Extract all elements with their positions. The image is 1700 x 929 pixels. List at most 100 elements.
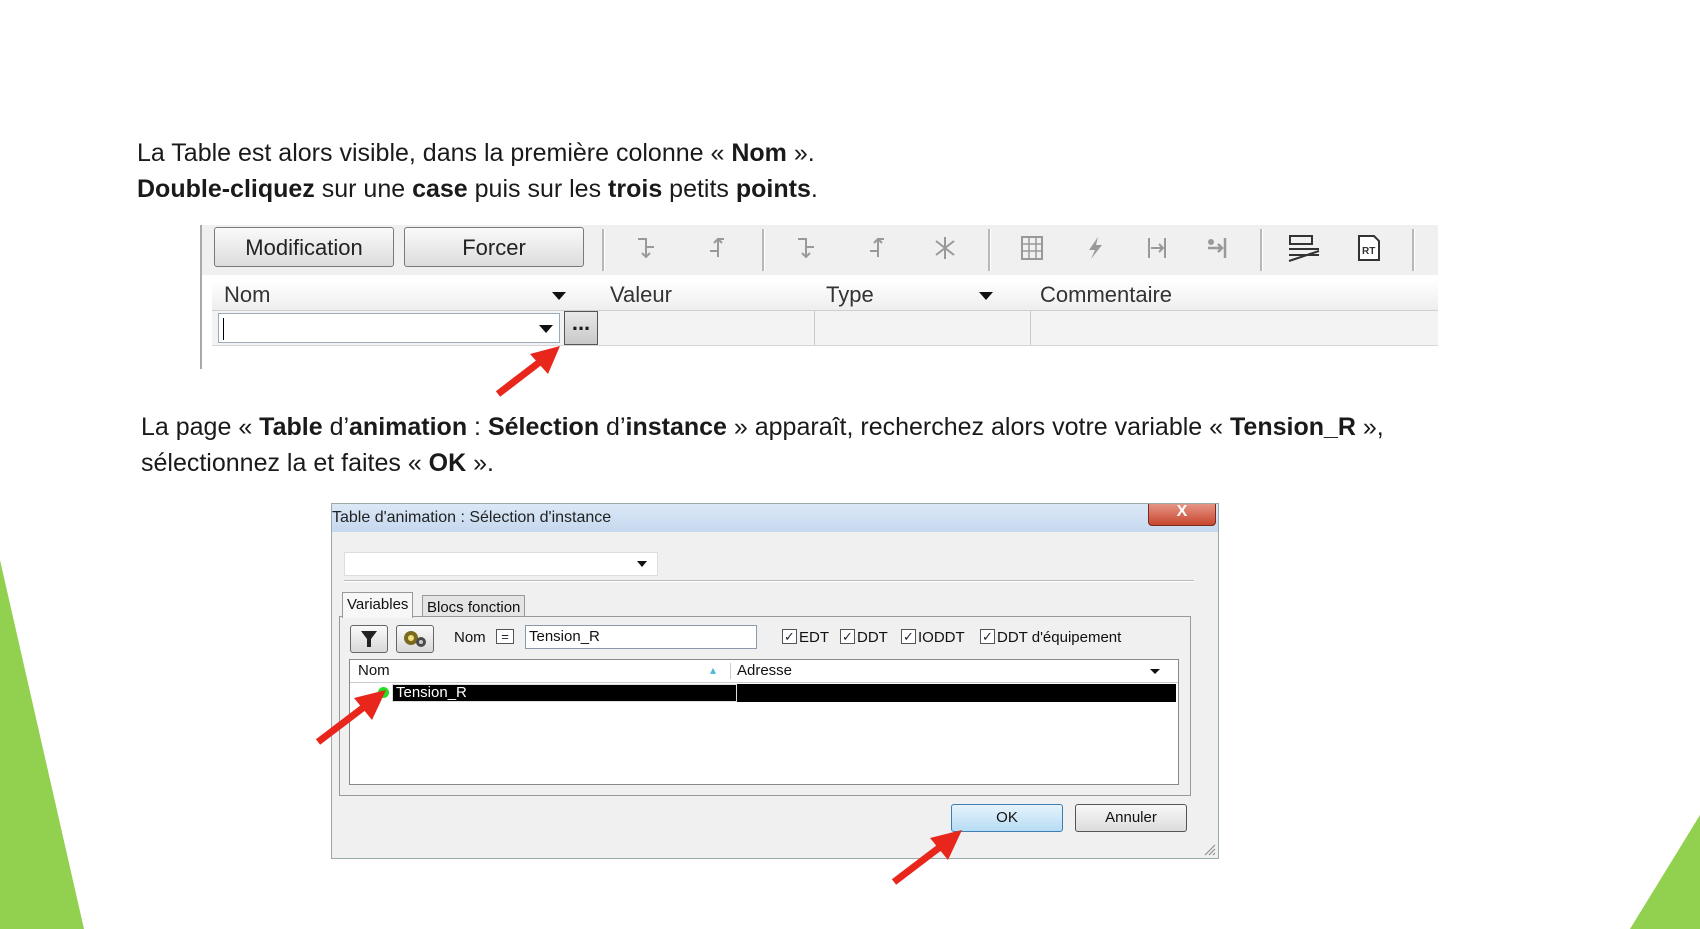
list-item[interactable]: Tension_R (392, 684, 1176, 702)
instruction-text: petits (662, 175, 736, 203)
funnel-icon (361, 631, 377, 647)
instruction-text: . (810, 175, 818, 203)
lightning-icon[interactable] (1080, 233, 1110, 263)
column-commentaire[interactable]: Commentaire (1040, 280, 1172, 310)
red-arrow-annotation (495, 346, 560, 397)
modification-button[interactable]: Modification (214, 227, 394, 267)
red-arrow-annotation (315, 690, 386, 745)
list-item-name: Tension_R (392, 684, 737, 702)
instruction-text: sur une (314, 175, 413, 203)
instruction-bold: Table (259, 413, 323, 441)
instruction-text: puis sur les (467, 175, 609, 203)
resize-grip-icon[interactable] (1204, 844, 1216, 856)
set-to-zero-icon[interactable] (792, 233, 822, 263)
instruction-bold: points (735, 175, 811, 203)
dialog-title: Table d'animation : Sélection d'instance (332, 509, 612, 526)
name-filter-input[interactable]: Tension_R (525, 625, 757, 649)
instruction-text: : (467, 413, 488, 441)
close-button[interactable]: X (1148, 504, 1216, 526)
filter-button[interactable] (350, 625, 388, 653)
instruction-bold: trois (608, 175, 663, 203)
rt-icon[interactable]: RT (1354, 233, 1384, 263)
chevron-down-icon[interactable] (1150, 669, 1160, 674)
red-arrow-annotation (891, 830, 962, 885)
toolbar-separator (1412, 229, 1415, 271)
instruction-line-2: Double-cliquez sur une case puis sur les… (137, 171, 818, 207)
edt-label: EDT (799, 629, 829, 646)
sort-up-icon: ▴ (710, 663, 717, 677)
gears-icon (404, 631, 426, 647)
chevron-down-icon[interactable] (637, 561, 647, 567)
column-valeur[interactable]: Valeur (610, 280, 672, 310)
toolbar-separator (988, 229, 991, 271)
toolbar-separator (602, 229, 605, 271)
display-format-icon[interactable] (1287, 233, 1321, 263)
cancel-button[interactable]: Annuler (1075, 804, 1187, 832)
forcer-button[interactable]: Forcer (404, 227, 584, 267)
chevron-down-icon[interactable] (539, 325, 553, 333)
instruction-line-1: La Table est alors visible, dans la prem… (137, 135, 815, 171)
edt-checkbox[interactable]: ✓ (782, 629, 797, 644)
ddt-checkbox[interactable]: ✓ (840, 629, 855, 644)
tab-variables[interactable]: Variables (342, 592, 414, 618)
green-corner-decoration-left (0, 560, 84, 929)
animation-table-screenshot: Modification Forcer RT Nom Valeur Type C… (200, 225, 1438, 369)
text-cursor (223, 318, 224, 340)
instruction-bold: instance (625, 413, 727, 441)
instruction-text: » apparaît, recherchez alors votre varia… (726, 413, 1230, 441)
table-row: ... (212, 311, 1438, 346)
instruction-bold: OK (428, 449, 467, 477)
chevron-down-icon[interactable] (552, 292, 566, 300)
instruction-text: », (1355, 413, 1384, 441)
step-icon[interactable] (1142, 233, 1172, 263)
instruction-text: d’ (599, 413, 626, 441)
list-column-adresse[interactable]: Adresse (737, 660, 792, 682)
name-cell-input[interactable] (218, 313, 560, 343)
instruction-line-4: sélectionnez la et faites « OK ». (141, 445, 494, 481)
instruction-bold: Sélection (487, 413, 600, 441)
column-type[interactable]: Type (826, 280, 874, 310)
toolbar: Modification Forcer RT (202, 225, 1438, 275)
instruction-bold: Tension_R (1230, 413, 1356, 441)
force-to-zero-icon[interactable] (632, 233, 662, 263)
instruction-text: ». (786, 139, 815, 167)
ddt-equipement-label: DDT d'équipement (997, 629, 1122, 646)
list-header: Nom ▴ Adresse (350, 660, 1178, 683)
instruction-text: d’ (322, 413, 350, 441)
grid-header: Nom Valeur Type Commentaire (212, 280, 1438, 311)
list-column-separator (730, 663, 731, 679)
column-nom[interactable]: Nom (224, 280, 270, 310)
instruction-bold: Nom (731, 139, 787, 167)
run-step-icon[interactable] (1202, 233, 1232, 263)
equals-button[interactable]: = (496, 629, 514, 644)
table-grid-icon[interactable] (1017, 233, 1047, 263)
variables-list: Nom ▴ Adresse Tension_R (349, 659, 1179, 785)
cell-separator (1030, 311, 1031, 345)
instruction-text: La page « (141, 413, 260, 441)
instance-combo[interactable] (344, 552, 658, 576)
list-column-nom[interactable]: Nom (358, 660, 390, 682)
toolbar-separator (1260, 229, 1263, 271)
instruction-bold: animation (349, 413, 468, 441)
ioddt-label: IODDT (918, 629, 965, 646)
instruction-line-3: La page « Table d’animation : Sélection … (141, 409, 1384, 445)
green-corner-decoration-right (1630, 815, 1700, 929)
filter-options-button[interactable] (396, 625, 434, 653)
chevron-down-icon[interactable] (979, 292, 993, 300)
instruction-text: sélectionnez la et faites « (141, 449, 429, 477)
divider (344, 580, 1194, 582)
ddt-label: DDT (857, 629, 888, 646)
unforce-icon[interactable] (930, 233, 960, 263)
instruction-text: ». (466, 449, 494, 477)
toolbar-separator (762, 229, 765, 271)
instruction-bold: case (412, 175, 468, 203)
svg-text:RT: RT (1362, 246, 1375, 257)
cell-separator (814, 311, 815, 345)
instruction-text: La Table est alors visible, dans la prem… (137, 139, 732, 167)
ioddt-checkbox[interactable]: ✓ (901, 629, 916, 644)
dialog-title-bar: Table d'animation : Sélection d'instance… (332, 504, 1218, 532)
instance-selection-dialog: Table d'animation : Sélection d'instance… (331, 503, 1219, 859)
set-to-one-icon[interactable] (862, 233, 892, 263)
force-to-one-icon[interactable] (702, 233, 732, 263)
ddt-equipement-checkbox[interactable]: ✓ (980, 629, 995, 644)
